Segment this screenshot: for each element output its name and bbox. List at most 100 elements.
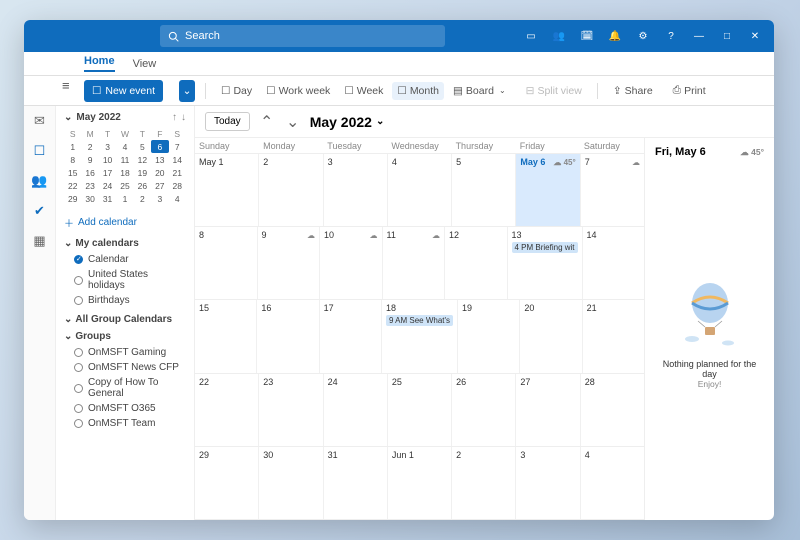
calendar-item[interactable]: Birthdays xyxy=(64,293,186,308)
mini-day[interactable]: 1 xyxy=(64,140,81,153)
day-cell[interactable]: 21 xyxy=(583,300,644,372)
mini-day[interactable]: 2 xyxy=(134,192,151,205)
mini-day[interactable]: 26 xyxy=(134,179,151,192)
view-board[interactable]: ▤Board⌄ xyxy=(448,82,511,100)
mini-day[interactable]: 12 xyxy=(134,153,151,166)
month-picker[interactable]: May 2022⌄ xyxy=(310,114,385,130)
day-cell[interactable]: 27 xyxy=(516,374,580,446)
tree-section[interactable]: ⌄All Group Calendars xyxy=(64,314,186,325)
mini-day[interactable]: 4 xyxy=(169,192,186,205)
mini-day[interactable]: 20 xyxy=(151,166,168,179)
day-cell[interactable]: 4 xyxy=(388,154,452,226)
mini-day[interactable]: 2 xyxy=(81,140,98,153)
search-input[interactable]: Search xyxy=(160,25,445,47)
mini-day[interactable]: 3 xyxy=(151,192,168,205)
mini-day[interactable]: 30 xyxy=(81,192,98,205)
day-cell[interactable]: 20 xyxy=(520,300,582,372)
checkbox[interactable] xyxy=(74,348,83,357)
calendar-item[interactable]: Copy of How To General xyxy=(64,375,186,401)
day-cell[interactable]: May 1 xyxy=(195,154,259,226)
view-month[interactable]: ☐Month xyxy=(392,82,444,100)
checkbox[interactable] xyxy=(74,363,83,372)
teams-icon[interactable]: 👥 xyxy=(546,25,572,47)
gear-icon[interactable]: ⚙ xyxy=(630,25,656,47)
day-cell[interactable]: 12 xyxy=(445,227,508,299)
checkbox[interactable] xyxy=(74,296,83,305)
calendar-item[interactable]: OnMSFT Gaming xyxy=(64,345,186,360)
share-button[interactable]: ⇪Share xyxy=(608,82,658,100)
calendar-grid[interactable]: SundayMondayTuesdayWednesdayThursdayFrid… xyxy=(195,138,644,520)
mini-day[interactable]: 3 xyxy=(99,140,116,153)
mini-day[interactable]: 21 xyxy=(169,166,186,179)
mini-day[interactable]: 25 xyxy=(116,179,133,192)
mini-day[interactable]: 22 xyxy=(64,179,81,192)
maximize-icon[interactable]: □ xyxy=(714,25,740,47)
mini-day[interactable]: 19 xyxy=(134,166,151,179)
day-cell[interactable]: 7☁ xyxy=(581,154,644,226)
day-cell[interactable]: 28 xyxy=(581,374,644,446)
new-event-button[interactable]: ☐New event xyxy=(84,80,163,102)
day-cell[interactable]: 189 AM See What's xyxy=(382,300,458,372)
mini-day[interactable]: 28 xyxy=(169,179,186,192)
day-cell[interactable]: 24 xyxy=(324,374,388,446)
calendar-item[interactable]: OnMSFT O365 xyxy=(64,401,186,416)
tree-section[interactable]: ⌄My calendars xyxy=(64,238,186,249)
mini-day[interactable]: 8 xyxy=(64,153,81,166)
mail-icon[interactable]: ✉ xyxy=(31,112,49,130)
day-cell[interactable]: 17 xyxy=(320,300,382,372)
print-button[interactable]: ⎙Print xyxy=(668,81,711,100)
view-day[interactable]: ☐Day xyxy=(216,82,257,100)
mini-day[interactable]: 23 xyxy=(81,179,98,192)
day-cell[interactable]: 14 xyxy=(583,227,645,299)
mini-day[interactable]: 16 xyxy=(81,166,98,179)
calendar-item[interactable]: Calendar xyxy=(64,252,186,267)
view-week[interactable]: ☐Week xyxy=(339,82,388,100)
mini-day[interactable]: 5 xyxy=(134,140,151,153)
day-cell[interactable]: 23 xyxy=(259,374,323,446)
tab-view[interactable]: View xyxy=(133,58,157,70)
mini-day[interactable]: 13 xyxy=(151,153,168,166)
day-cell[interactable]: 2 xyxy=(259,154,323,226)
close-icon[interactable]: ✕ xyxy=(742,25,768,47)
mini-calendar-header[interactable]: ⌄ May 2022 ↑↓ xyxy=(64,112,186,123)
add-calendar-button[interactable]: ＋Add calendar xyxy=(64,215,186,230)
mini-day[interactable]: 24 xyxy=(99,179,116,192)
meet-now-icon[interactable]: ▭ xyxy=(518,25,544,47)
hamburger-icon[interactable]: ≡ xyxy=(62,78,70,93)
mini-day[interactable]: 17 xyxy=(99,166,116,179)
view-work-week[interactable]: ☐Work week xyxy=(261,82,335,100)
mail-icon[interactable]: 🗓 xyxy=(574,25,600,47)
day-cell[interactable]: 19 xyxy=(458,300,520,372)
mini-day[interactable]: 9 xyxy=(81,153,98,166)
day-cell[interactable]: 5 xyxy=(452,154,516,226)
tree-section[interactable]: ⌄Groups xyxy=(64,331,186,342)
day-cell[interactable]: 9☁ xyxy=(258,227,321,299)
minimize-icon[interactable]: — xyxy=(686,25,712,47)
mini-prev-icon[interactable]: ↑ xyxy=(172,112,177,123)
prev-month-button[interactable]: ⌃ xyxy=(258,113,276,131)
day-cell[interactable]: May 6☁ 45° xyxy=(516,154,580,226)
mini-day[interactable]: 7 xyxy=(169,140,186,153)
split-view-button[interactable]: ⊟Split view xyxy=(521,82,587,100)
mini-day[interactable]: 6 xyxy=(151,140,168,153)
mini-day[interactable]: 31 xyxy=(99,192,116,205)
day-cell[interactable]: 16 xyxy=(257,300,319,372)
day-cell[interactable]: 25 xyxy=(388,374,452,446)
mini-day[interactable]: 11 xyxy=(116,153,133,166)
mini-day[interactable]: 14 xyxy=(169,153,186,166)
calendar-item[interactable]: OnMSFT Team xyxy=(64,416,186,431)
day-cell[interactable]: Jun 1 xyxy=(388,447,452,519)
checkbox[interactable] xyxy=(74,419,83,428)
mini-calendar[interactable]: SMTWTFS123456789101112131415161718192021… xyxy=(64,127,186,205)
day-cell[interactable]: 3 xyxy=(324,154,388,226)
today-button[interactable]: Today xyxy=(205,112,250,131)
checkbox[interactable] xyxy=(74,255,83,264)
day-cell[interactable]: 11☁ xyxy=(383,227,446,299)
todo-icon[interactable]: ✔ xyxy=(31,202,49,220)
mini-day[interactable]: 29 xyxy=(64,192,81,205)
day-cell[interactable]: 15 xyxy=(195,300,257,372)
checkbox[interactable] xyxy=(74,384,83,393)
checkbox[interactable] xyxy=(74,404,83,413)
mini-day[interactable]: 4 xyxy=(116,140,133,153)
people-icon[interactable]: 👥 xyxy=(31,172,49,190)
